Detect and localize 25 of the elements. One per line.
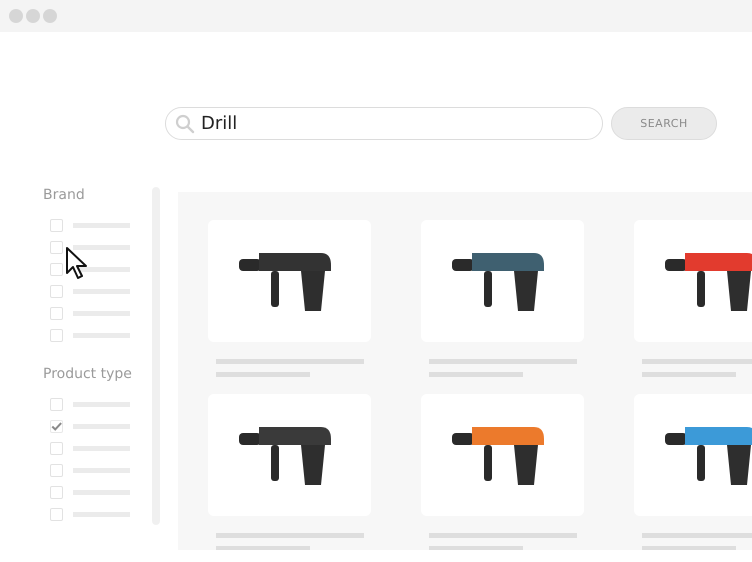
product-card[interactable] [208, 220, 371, 342]
checkbox[interactable] [50, 442, 63, 454]
checkbox[interactable] [50, 262, 63, 276]
product-card[interactable] [208, 394, 371, 516]
window-control-dot[interactable] [9, 9, 23, 23]
checkbox[interactable] [50, 284, 63, 298]
product-card[interactable] [421, 220, 584, 342]
checkbox[interactable] [50, 398, 63, 410]
window-control-dot[interactable] [43, 9, 57, 23]
search-field[interactable]: Drill [165, 107, 603, 140]
checkbox[interactable] [50, 464, 63, 476]
checkbox[interactable] [50, 328, 63, 342]
filter-heading: Product type [43, 366, 133, 383]
checkbox[interactable] [50, 240, 63, 254]
checkbox[interactable] [50, 486, 63, 498]
product-card[interactable] [421, 394, 584, 516]
checkbox[interactable] [50, 218, 63, 232]
checkbox[interactable] [50, 420, 63, 432]
product-card[interactable] [634, 394, 752, 516]
window-control-dot[interactable] [26, 9, 40, 23]
checkbox[interactable] [50, 306, 63, 320]
product-card[interactable] [634, 220, 752, 342]
checkbox[interactable] [50, 508, 63, 520]
mouse-pointer-icon [65, 246, 89, 280]
filter-heading: Brand [43, 187, 86, 204]
